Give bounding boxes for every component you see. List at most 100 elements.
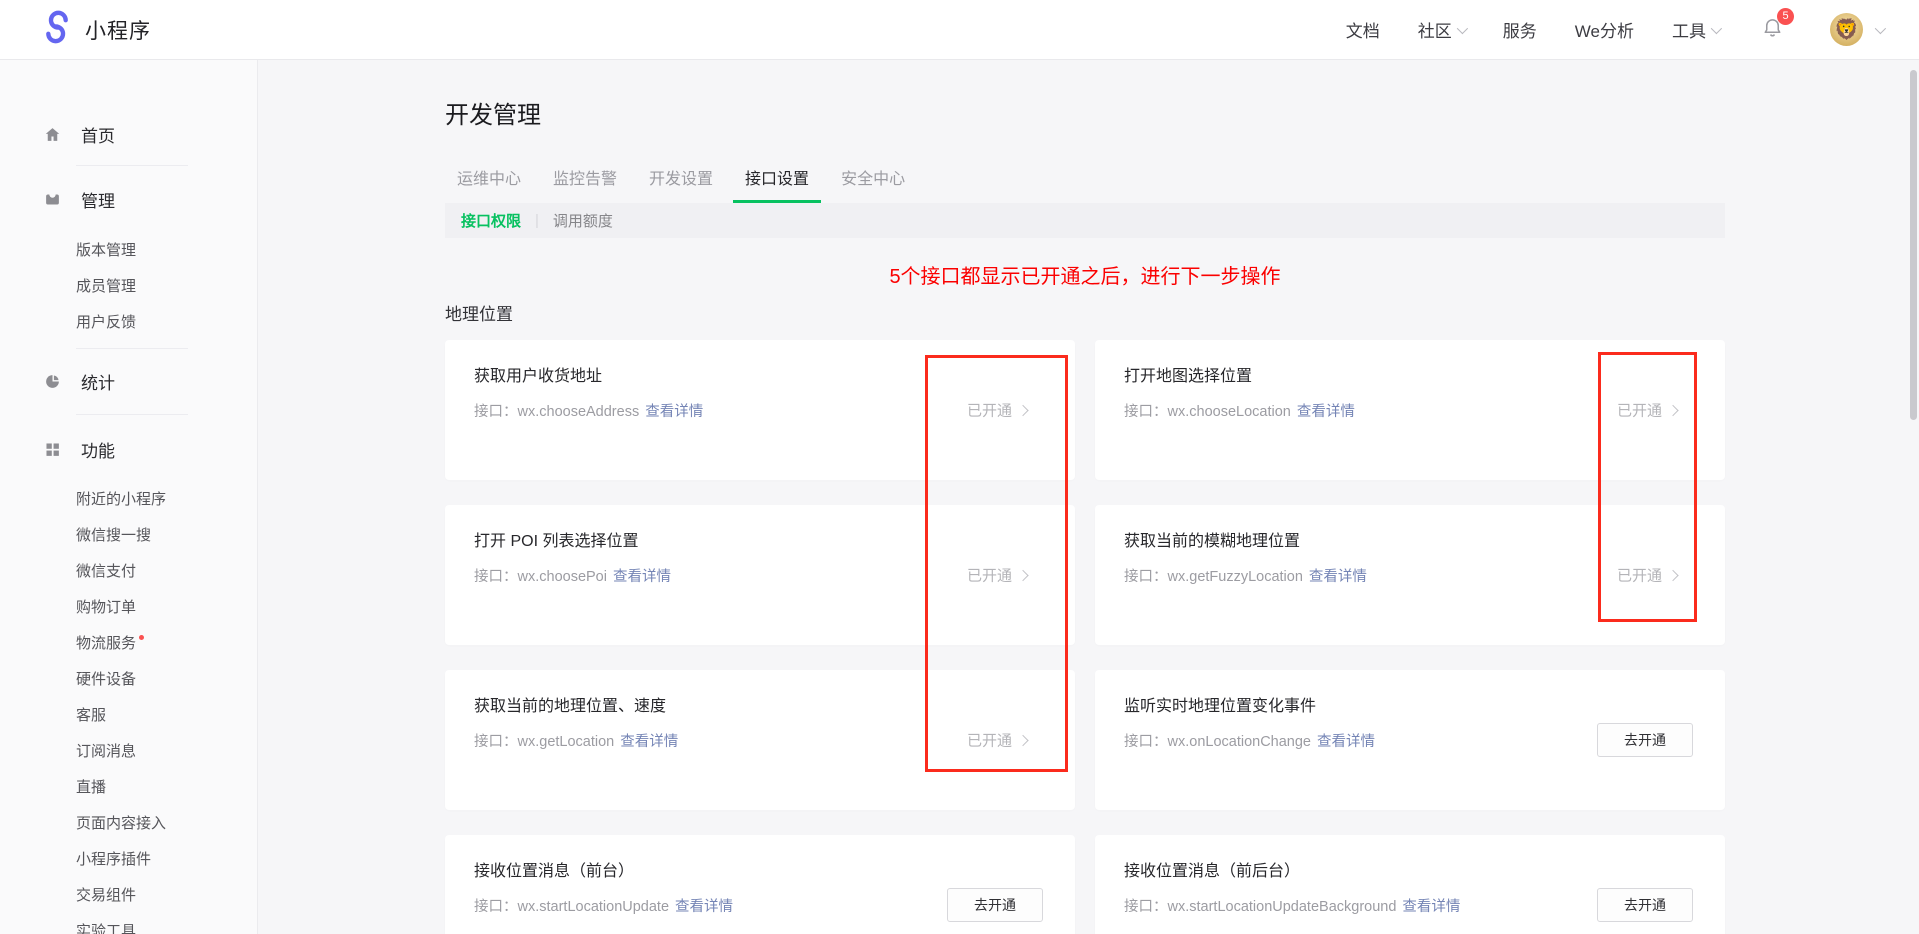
sidebar-item-home[interactable]: 首页	[0, 120, 257, 148]
sidebar-subitem-trade-components[interactable]: 交易组件	[0, 876, 257, 912]
sidebar-subitem-wechat-search[interactable]: 微信搜一搜	[0, 516, 257, 552]
brand-title: 小程序	[85, 15, 151, 45]
api-card: 获取当前的地理位置、速度接口：wx.getLocation查看详情已开通	[445, 670, 1075, 810]
sidebar-subitem-miniprogram-plugins[interactable]: 小程序插件	[0, 840, 257, 876]
view-details-link[interactable]: 查看详情	[645, 404, 703, 420]
bell-icon	[1761, 26, 1784, 43]
tab-security-center[interactable]: 安全中心	[829, 165, 917, 203]
annotation-text: 5个接口都显示已开通之后，进行下一步操作	[445, 264, 1725, 290]
sidebar-subitem-user-feedback[interactable]: 用户反馈	[0, 303, 257, 339]
api-card: 监听实时地理位置变化事件接口：wx.onLocationChange 查看详情 去开…	[1095, 670, 1725, 810]
sidebar-subitem-nearby-miniprograms[interactable]: 附近的小程序	[0, 480, 257, 516]
nav-link-community[interactable]: 社区	[1418, 17, 1465, 42]
sidebar-subitem-logistics-service[interactable]: 物流服务	[0, 624, 257, 660]
window-scrollbar[interactable]	[1910, 70, 1917, 420]
card-api-prefix: 接口：	[1124, 734, 1168, 750]
status-opened-label[interactable]: 已开通	[967, 565, 1027, 586]
sidebar-item-statistics[interactable]: 统计	[0, 367, 257, 395]
nav-link-tools[interactable]: 工具	[1672, 17, 1719, 42]
sidebar-divider	[76, 348, 188, 349]
card-api-name: wx.chooseAddress	[518, 404, 640, 420]
tray-icon	[44, 191, 61, 208]
notification-badge: 5	[1777, 8, 1794, 25]
view-details-link[interactable]: 查看详情	[675, 899, 733, 915]
chevron-right-icon	[1667, 569, 1678, 580]
activate-button[interactable]: 去开通	[947, 888, 1043, 922]
status-opened-label[interactable]: 已开通	[967, 400, 1027, 421]
sidebar-subitem-page-content-access[interactable]: 页面内容接入	[0, 804, 257, 840]
api-card-grid: 获取用户收货地址接口：wx.chooseAddress查看详情已开通打开地图选择…	[445, 340, 1725, 934]
status-opened-label[interactable]: 已开通	[1617, 565, 1677, 586]
activate-button[interactable]: 去开通	[1597, 723, 1693, 757]
view-details-link[interactable]: 查看详情	[1317, 734, 1375, 750]
card-api-prefix: 接口：	[1124, 404, 1168, 420]
api-card: 接收位置消息（前后台） 接口：wx.startLocationUpdateBack…	[1095, 835, 1725, 934]
sidebar-subitem-live[interactable]: 直播	[0, 768, 257, 804]
subtab-call-quota[interactable]: 调用额度	[553, 210, 613, 231]
card-api-name: wx.choosePoi	[518, 569, 607, 585]
chevron-down-icon	[1457, 22, 1468, 33]
card-title: 打开地图选择位置	[1124, 366, 1725, 387]
tab-ops-center[interactable]: 运维中心	[445, 165, 533, 203]
new-indicator-dot	[139, 635, 144, 640]
api-card: 打开地图选择位置接口：wx.chooseLocation查看详情已开通	[1095, 340, 1725, 480]
card-title: 接收位置消息（前后台）	[1124, 861, 1725, 882]
nav-link-docs[interactable]: 文档	[1346, 17, 1380, 42]
tab-dev-settings[interactable]: 开发设置	[637, 165, 725, 203]
sidebar: 首页管理版本管理成员管理用户反馈统计功能附近的小程序微信搜一搜微信支付购物订单物…	[0, 60, 258, 934]
api-card: 接收位置消息（前台）接口：wx.startLocationUpdate查看详情去…	[445, 835, 1075, 934]
nav-link-services[interactable]: 服务	[1503, 17, 1537, 42]
pie-icon	[44, 373, 61, 390]
card-api-prefix: 接口：	[474, 404, 518, 420]
nav-links: 文档 社区 服务 We分析 工具	[1346, 17, 1719, 42]
tab-api-settings[interactable]: 接口设置	[733, 165, 821, 203]
view-details-link[interactable]: 查看详情	[1309, 569, 1367, 585]
view-details-link[interactable]: 查看详情	[620, 734, 678, 750]
sidebar-subitem-member-management[interactable]: 成员管理	[0, 267, 257, 303]
api-card: 获取用户收货地址接口：wx.chooseAddress 查看详情 已开通	[445, 340, 1075, 480]
card-title: 获取用户收货地址	[474, 366, 1075, 387]
notification-bell-button[interactable]: 5	[1761, 16, 1784, 44]
sidebar-item-features[interactable]: 功能	[0, 435, 257, 463]
subtab-api-permissions[interactable]: 接口权限	[461, 210, 521, 231]
sidebar-sublist-manage: 版本管理成员管理用户反馈	[0, 231, 257, 339]
chevron-right-icon	[1017, 404, 1028, 415]
sidebar-subitem-shopping-orders[interactable]: 购物订单	[0, 588, 257, 624]
card-api-name: wx.startLocationUpdateBackground	[1168, 899, 1397, 915]
view-details-link[interactable]: 查看详情	[1297, 404, 1355, 420]
account-menu[interactable]: 🦁	[1830, 13, 1883, 46]
card-api-prefix: 接口：	[474, 569, 518, 585]
home-icon	[44, 126, 61, 143]
sidebar-subitem-hardware-devices[interactable]: 硬件设备	[0, 660, 257, 696]
chevron-right-icon	[1667, 404, 1678, 415]
card-title: 接收位置消息（前台）	[474, 861, 1075, 882]
chevron-right-icon	[1017, 569, 1028, 580]
view-details-link[interactable]: 查看详情	[613, 569, 671, 585]
status-opened-label[interactable]: 已开通	[1617, 400, 1677, 421]
sidebar-subitem-subscribe-messages[interactable]: 订阅消息	[0, 732, 257, 768]
card-title: 获取当前的模糊地理位置	[1124, 531, 1725, 552]
page-title: 开发管理	[445, 100, 1725, 132]
sidebar-item-label: 管理	[81, 187, 115, 212]
sidebar-subitem-customer-service[interactable]: 客服	[0, 696, 257, 732]
sidebar-subitem-version-management[interactable]: 版本管理	[0, 231, 257, 267]
card-api-prefix: 接口：	[474, 734, 518, 750]
card-title: 监听实时地理位置变化事件	[1124, 696, 1725, 717]
card-api-prefix: 接口：	[1124, 899, 1168, 915]
chevron-down-icon	[1875, 22, 1886, 33]
sidebar-subitem-wechat-pay[interactable]: 微信支付	[0, 552, 257, 588]
nav-link-we-analytics[interactable]: We分析	[1575, 17, 1634, 42]
activate-button[interactable]: 去开通	[1597, 888, 1693, 922]
sidebar-item-manage[interactable]: 管理	[0, 185, 257, 213]
view-details-link[interactable]: 查看详情	[1402, 899, 1460, 915]
avatar[interactable]: 🦁	[1830, 13, 1863, 46]
card-title: 打开 POI 列表选择位置	[474, 531, 1075, 552]
card-api-prefix: 接口：	[1124, 569, 1168, 585]
sidebar-divider	[76, 165, 188, 166]
api-card: 获取当前的模糊地理位置接口：wx.getFuzzyLocation查看详情已开通	[1095, 505, 1725, 645]
card-api-name: wx.onLocationChange	[1168, 734, 1312, 750]
tab-monitor-alerts[interactable]: 监控告警	[541, 165, 629, 203]
section-title-geolocation: 地理位置	[445, 304, 1725, 326]
status-opened-label[interactable]: 已开通	[967, 730, 1027, 751]
sidebar-subitem-experimental-tools[interactable]: 实验工具	[0, 912, 257, 934]
